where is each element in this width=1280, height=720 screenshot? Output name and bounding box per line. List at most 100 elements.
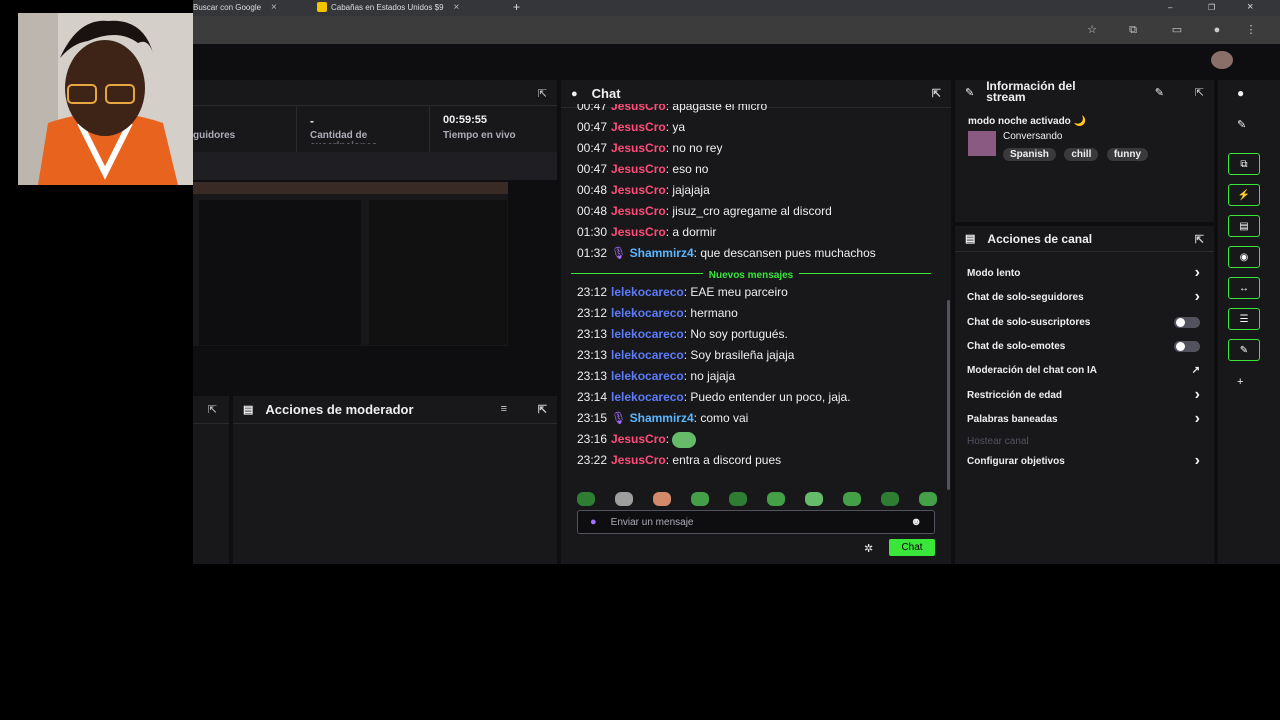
message-username[interactable]: JesusCro (611, 432, 666, 446)
browser-tab-google[interactable]: Buscar con Google × (193, 0, 303, 14)
message-username[interactable]: lelekocareco (611, 390, 684, 404)
minimize-icon[interactable]: – (1168, 0, 1172, 14)
chat-settings-icon[interactable]: ✲ (864, 542, 873, 555)
tab-close-icon[interactable]: × (271, 2, 277, 13)
message-username[interactable]: lelekocareco (611, 327, 684, 341)
toggle-switch[interactable] (1174, 340, 1200, 352)
message-username[interactable]: JesusCro (611, 120, 666, 134)
message-text: apagaste el micro (672, 104, 768, 113)
popout-icon[interactable]: ⇱ (208, 403, 217, 416)
chevron-right-icon[interactable]: › (1195, 452, 1200, 470)
popout-icon[interactable]: ⇱ (538, 87, 547, 100)
channel-action-3[interactable]: Chat de solo-emotes (967, 335, 1200, 357)
message-username[interactable]: JesusCro (611, 225, 666, 239)
message-username[interactable]: JesusCro (611, 204, 666, 218)
pencil-icon[interactable]: ✎ (1237, 118, 1246, 131)
message-timestamp: 23:22 (577, 453, 608, 467)
close-window-icon[interactable]: × (1247, 0, 1253, 14)
popout-icon[interactable]: ⇱ (1195, 86, 1204, 99)
channel-action-2[interactable]: Chat de solo-suscriptores (967, 311, 1200, 333)
restore-icon[interactable]: ❐ (1208, 0, 1215, 14)
emote-picker-icon[interactable]: ☻ (910, 516, 922, 528)
quick-lightning-button[interactable]: ⚡ (1228, 184, 1260, 206)
message-username[interactable]: JesusCro (611, 453, 666, 467)
emote-icon[interactable] (691, 492, 709, 506)
channel-action-0[interactable]: Modo lento › (967, 262, 1200, 284)
address-bar[interactable] (193, 16, 1280, 44)
quick-raid-button[interactable]: ↔ (1228, 277, 1260, 299)
stats-panel: ⇱ guidores - Cantidad de suscripciones 0… (193, 80, 557, 154)
chat-send-button[interactable]: Chat (889, 539, 935, 556)
browser-tab-cabanas[interactable]: Cabañas en Estados Unidos $9 × (317, 0, 507, 14)
add-shortcut-icon[interactable]: + (1237, 376, 1243, 388)
emote-icon[interactable] (729, 492, 747, 506)
popout-icon[interactable]: ⇱ (538, 403, 547, 416)
message-username[interactable]: JesusCro (611, 162, 666, 176)
message-username[interactable]: JesusCro (611, 183, 666, 197)
channel-action-label: Modo lento (967, 267, 1021, 279)
channel-action-6[interactable]: Palabras baneadas › (967, 408, 1200, 430)
chevron-right-icon[interactable]: › (1195, 288, 1200, 306)
chevron-right-icon[interactable]: › (1195, 410, 1200, 428)
channel-action-4[interactable]: Moderación del chat con IA ↗ (967, 359, 1200, 381)
emote-icon[interactable] (653, 492, 671, 506)
emote-icon[interactable] (767, 492, 785, 506)
quick-list-button[interactable]: ☰ (1228, 308, 1260, 330)
chat-scrollbar[interactable] (947, 300, 950, 490)
edit-icon[interactable]: ✎ (1155, 86, 1164, 99)
popout-icon[interactable]: ⇱ (932, 87, 941, 100)
channel-action-label: Restricción de edad (967, 389, 1063, 401)
chat-input[interactable]: ● Enviar un mensaje ☻ (577, 510, 935, 534)
sidebar-icon[interactable]: ▭ (1169, 22, 1185, 38)
toggle-switch[interactable] (1174, 316, 1200, 328)
message-username[interactable]: JesusCro (611, 141, 666, 155)
new-tab-icon[interactable]: + (513, 0, 520, 14)
stream-preview[interactable] (193, 182, 508, 346)
quick-note-button[interactable]: ▤ (1228, 215, 1260, 237)
message-username[interactable]: lelekocareco (611, 285, 684, 299)
channel-actions-title: Acciones de canal (987, 231, 1093, 246)
star-icon[interactable]: ☆ (1084, 22, 1100, 38)
filter-icon[interactable]: ≡ (501, 403, 507, 415)
popout-icon[interactable]: ⇱ (1195, 233, 1204, 246)
tag[interactable]: Spanish (1003, 148, 1056, 161)
category-name: Conversando (1003, 131, 1063, 142)
emote-icon[interactable] (843, 492, 861, 506)
message-username[interactable]: lelekocareco (611, 369, 684, 383)
message-text: entra a discord pues (672, 453, 782, 467)
quick-actions-bar: ● ✎ ⧉ ⚡ ▤ ◉ ↔ ☰ ✎ + (1218, 80, 1280, 564)
emote-icon[interactable] (919, 492, 937, 506)
channel-action-8[interactable]: Configurar objetivos › (967, 450, 1200, 472)
emote-icon[interactable] (577, 492, 595, 506)
separator: : (665, 432, 673, 446)
chart-icon[interactable]: ↗ (1192, 365, 1200, 376)
message-username[interactable]: Shammirz4 (630, 246, 694, 260)
quick-clip-button[interactable]: ⧉ (1228, 153, 1260, 175)
mod-actions-panel: ▤ Acciones de moderador ≡ ⇱ (233, 396, 557, 564)
message-username[interactable]: JesusCro (611, 104, 666, 113)
chat-message: 23:15 🎙 Shammirz4: como vai (561, 408, 941, 429)
menu-icon[interactable]: ⋮ (1243, 22, 1259, 38)
info-icon[interactable]: ● (1237, 86, 1244, 100)
tab-close-icon[interactable]: × (454, 2, 460, 13)
message-username[interactable]: lelekocareco (611, 306, 684, 320)
user-avatar[interactable] (1211, 51, 1233, 69)
chevron-right-icon[interactable]: › (1195, 386, 1200, 404)
emote-icon[interactable] (805, 492, 823, 506)
quick-chat-button[interactable]: ◉ (1228, 246, 1260, 268)
chevron-right-icon[interactable]: › (1195, 264, 1200, 282)
tag[interactable]: funny (1106, 148, 1149, 161)
extensions-icon[interactable]: ⧉ (1125, 22, 1141, 38)
emote-icon[interactable] (615, 492, 633, 506)
message-username[interactable]: Shammirz4 (630, 411, 694, 425)
channel-action-1[interactable]: Chat de solo-seguidores › (967, 286, 1200, 308)
emote-icon[interactable] (881, 492, 899, 506)
message-timestamp: 23:14 (577, 390, 608, 404)
quick-wrench-button[interactable]: ✎ (1228, 339, 1260, 361)
message-username[interactable]: lelekocareco (611, 348, 684, 362)
message-timestamp: 23:15 (577, 411, 608, 425)
channel-action-5[interactable]: Restricción de edad › (967, 384, 1200, 406)
profile-icon[interactable]: ● (1209, 22, 1225, 38)
tag[interactable]: chill (1064, 148, 1099, 161)
channel-action-label: Palabras baneadas (967, 413, 1058, 425)
